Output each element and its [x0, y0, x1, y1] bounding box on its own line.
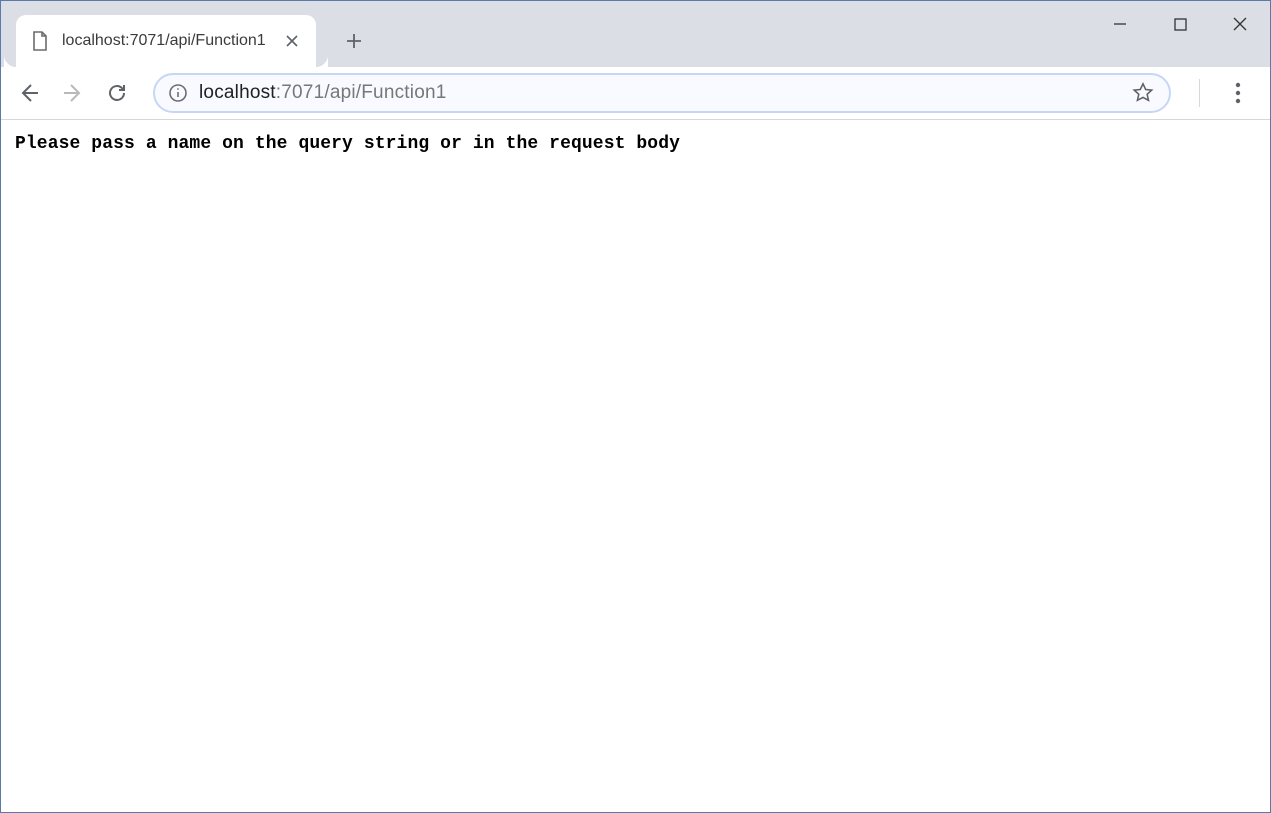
tab-title: localhost:7071/api/Function1	[62, 32, 270, 50]
tab-strip: localhost:7071/api/Function1	[1, 1, 1270, 67]
file-icon	[30, 31, 50, 51]
back-button[interactable]	[9, 73, 49, 113]
browser-toolbar: localhost:7071/api/Function1	[1, 67, 1270, 120]
address-bar[interactable]: localhost:7071/api/Function1	[153, 73, 1171, 113]
window-minimize-button[interactable]	[1090, 1, 1150, 47]
tab-close-button[interactable]	[282, 31, 302, 51]
toolbar-separator	[1199, 79, 1200, 107]
url-text[interactable]: localhost:7071/api/Function1	[199, 82, 1119, 104]
page-body-text: Please pass a name on the query string o…	[1, 120, 1270, 168]
site-info-icon[interactable]	[167, 82, 189, 104]
new-tab-button[interactable]	[336, 23, 372, 59]
url-path: /api/Function1	[324, 82, 446, 104]
window-maximize-button[interactable]	[1150, 1, 1210, 47]
forward-button[interactable]	[53, 73, 93, 113]
window-controls	[1090, 1, 1270, 47]
url-port: :7071	[276, 82, 325, 104]
reload-button[interactable]	[97, 73, 137, 113]
url-host: localhost	[199, 82, 276, 104]
window-close-button[interactable]	[1210, 1, 1270, 47]
tab-active[interactable]: localhost:7071/api/Function1	[16, 15, 316, 67]
bookmark-star-icon[interactable]	[1129, 79, 1157, 107]
browser-menu-button[interactable]	[1218, 73, 1258, 113]
